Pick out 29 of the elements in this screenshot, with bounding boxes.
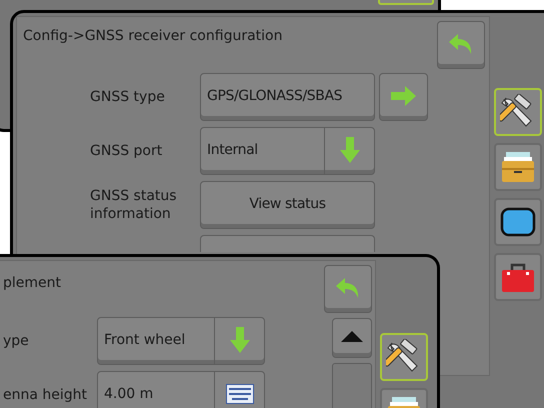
drawer-icon: [500, 149, 536, 185]
side-tab[interactable]: [494, 143, 542, 191]
back-arrow-icon: [448, 32, 474, 56]
up-triangle-icon: [341, 331, 363, 342]
dropdown-field[interactable]: Internal: [200, 127, 375, 175]
field-label: ype: [3, 332, 30, 350]
value-field[interactable]: 4.00 m: [97, 371, 265, 408]
view-status-button[interactable]: View status: [200, 181, 375, 229]
side-tab[interactable]: [380, 333, 428, 381]
field-label: GNSS port: [90, 142, 164, 160]
field-label: GNSS status information: [90, 187, 178, 223]
back-button[interactable]: [324, 265, 372, 313]
scroll-up-button[interactable]: [332, 318, 372, 358]
value-field[interactable]: GPS/GLONASS/SBAS: [200, 73, 375, 121]
back-arrow-icon: [335, 276, 361, 300]
down-arrow-icon: [230, 326, 250, 352]
side-tab[interactable]: [494, 88, 542, 136]
field-label: GNSS type: [90, 88, 166, 106]
next-button[interactable]: [379, 73, 428, 121]
field-label: enna height: [3, 386, 88, 404]
down-arrow-icon: [340, 136, 360, 162]
right-arrow-icon: [390, 84, 416, 106]
window-title: plement: [3, 274, 62, 293]
back-button[interactable]: [437, 21, 485, 69]
dropdown-field[interactable]: Front wheel: [97, 317, 265, 365]
window-title: Config->GNSS receiver configuration: [23, 27, 282, 44]
side-tab[interactable]: [494, 198, 542, 246]
screen-icon: [500, 206, 536, 238]
value-field[interactable]: [200, 235, 375, 252]
